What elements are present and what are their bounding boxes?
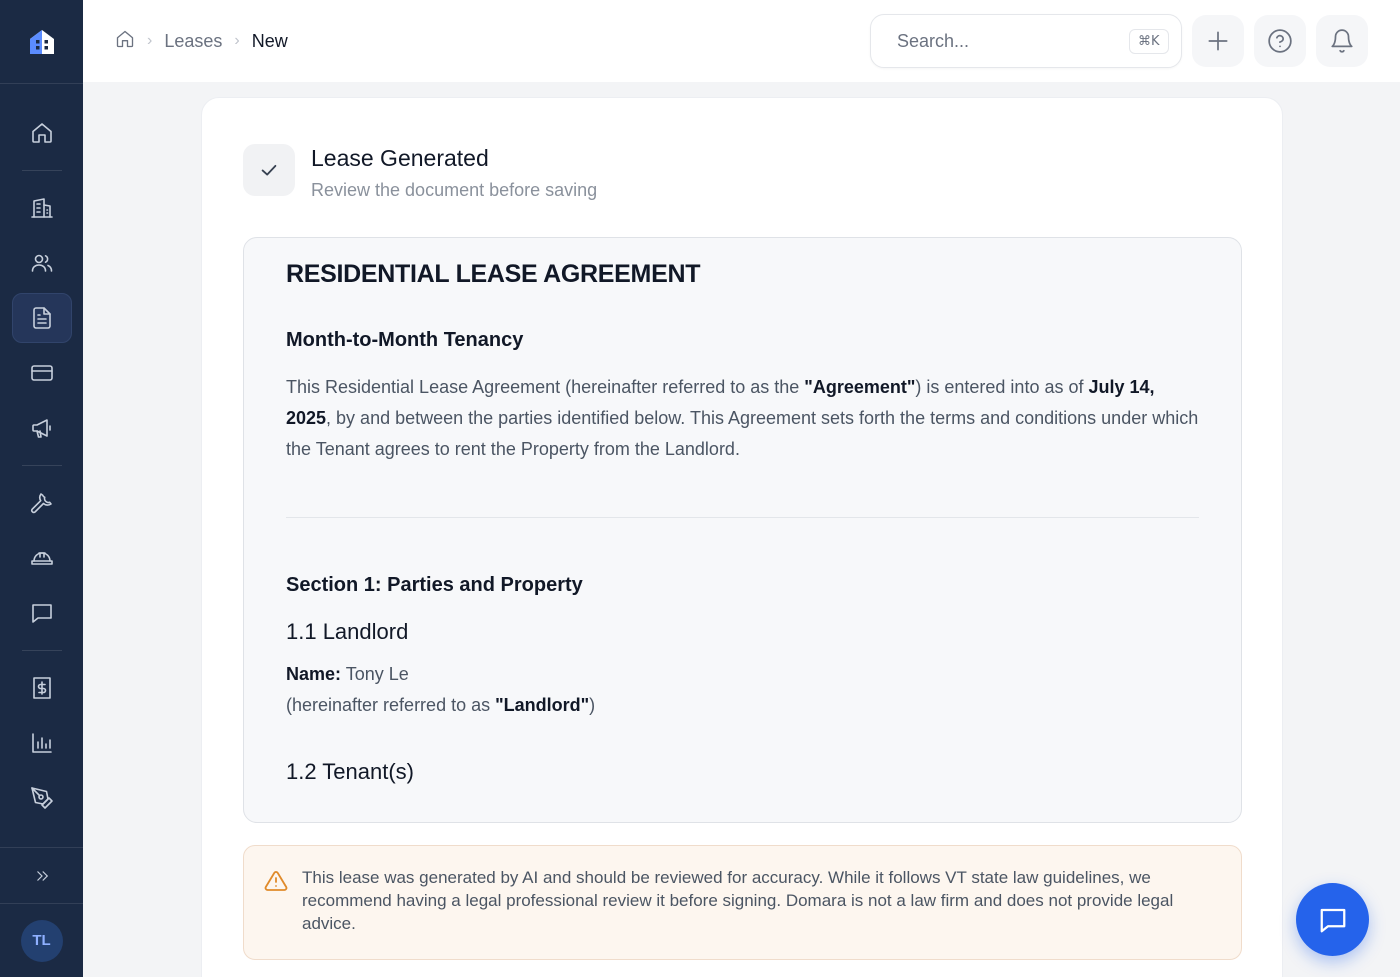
- breadcrumb: › Leases › New: [115, 29, 288, 54]
- credit-card-icon: [30, 365, 53, 381]
- top-header: › Leases › New ⌘K: [83, 0, 1400, 82]
- pen-tool-icon: [30, 787, 53, 809]
- document-intro: This Residential Lease Agreement (herein…: [286, 377, 1199, 459]
- sidebar-item-signatures[interactable]: [12, 773, 72, 823]
- megaphone-icon: [31, 419, 51, 438]
- status-row: Lease Generated Review the document befo…: [243, 144, 1241, 201]
- status-indicator: [243, 144, 295, 196]
- sidebar: TL: [0, 0, 83, 977]
- sidebar-item-accounting[interactable]: [12, 663, 72, 713]
- sidebar-nav: [0, 84, 83, 847]
- sidebar-item-reports[interactable]: [12, 718, 72, 768]
- sidebar-item-messages[interactable]: [12, 588, 72, 638]
- search-input[interactable]: [897, 30, 1129, 52]
- sidebar-item-dashboard[interactable]: [12, 108, 72, 158]
- sidebar-divider: [21, 650, 62, 651]
- sidebar-item-properties[interactable]: [12, 183, 72, 233]
- chat-button[interactable]: [1296, 883, 1369, 956]
- ai-disclaimer: This lease was generated by AI and shoul…: [243, 845, 1242, 960]
- breadcrumb-leases[interactable]: Leases: [164, 31, 222, 52]
- status-text: Lease Generated Review the document befo…: [311, 144, 597, 201]
- sidebar-item-leases[interactable]: [11, 293, 72, 343]
- warning-triangle-icon: [264, 871, 288, 891]
- sidebar-expand-button[interactable]: [0, 847, 83, 903]
- building-icon: [30, 198, 53, 218]
- chevron-right-icon: ›: [234, 32, 240, 49]
- sidebar-item-vendors[interactable]: [12, 533, 72, 583]
- users-icon: [31, 254, 52, 272]
- notifications-button[interactable]: [1316, 15, 1368, 67]
- sidebar-item-announcements[interactable]: [12, 403, 72, 453]
- invoice-dollar-icon: [32, 677, 51, 699]
- sidebar-item-tenants[interactable]: [12, 238, 72, 288]
- document-title: RESIDENTIAL LEASE AGREEMENT: [286, 260, 701, 288]
- document-icon: [32, 307, 51, 329]
- document-subtitle: Month-to-Month Tenancy: [286, 329, 524, 351]
- landlord-heading: 1.1 Landlord: [286, 619, 409, 644]
- message-icon: [31, 604, 52, 623]
- plus-icon: [1208, 31, 1228, 51]
- chevrons-right-icon: [36, 870, 48, 881]
- document-divider: [286, 517, 1199, 518]
- wrench-icon: [30, 493, 52, 514]
- breadcrumb-home[interactable]: [115, 29, 135, 54]
- tenant-heading: 1.2 Tenant(s): [286, 759, 415, 784]
- status-title: Lease Generated: [311, 145, 489, 171]
- sidebar-divider: [21, 170, 62, 171]
- bell-icon: [1331, 29, 1353, 53]
- lease-card: Lease Generated Review the document befo…: [201, 97, 1283, 977]
- header-actions: ⌘K: [870, 14, 1368, 68]
- breadcrumb-current: New: [251, 30, 288, 51]
- brand-logo[interactable]: [0, 0, 83, 84]
- user-menu[interactable]: TL: [0, 903, 83, 977]
- bar-chart-icon: [31, 733, 52, 753]
- section-title: Section 1: Parties and Property: [286, 574, 583, 596]
- help-circle-icon: [1268, 29, 1292, 53]
- lease-document-preview[interactable]: RESIDENTIAL LEASE AGREEMENT Month-to-Mon…: [243, 237, 1242, 823]
- chat-bubble-icon: [1320, 908, 1345, 932]
- add-button[interactable]: [1192, 15, 1244, 67]
- landlord-reference: (hereinafter referred to as "Landlord"): [286, 695, 596, 715]
- help-button[interactable]: [1254, 15, 1306, 67]
- house-logo-icon: [29, 29, 54, 54]
- sidebar-item-maintenance[interactable]: [12, 478, 72, 528]
- status-subtitle: Review the document before saving: [311, 180, 598, 200]
- search-box[interactable]: ⌘K: [870, 14, 1182, 68]
- home-icon: [31, 123, 52, 143]
- check-icon: [261, 164, 277, 176]
- chevron-right-icon: ›: [147, 32, 153, 49]
- landlord-name: Name: Tony Le: [286, 664, 409, 684]
- sidebar-divider: [21, 465, 62, 466]
- disclaimer-text: This lease was generated by AI and shoul…: [302, 868, 1174, 933]
- sidebar-item-payments[interactable]: [12, 348, 72, 398]
- avatar[interactable]: TL: [20, 919, 63, 962]
- home-icon: [116, 30, 134, 47]
- search-shortcut: ⌘K: [1129, 28, 1169, 54]
- hard-hat-icon: [30, 552, 53, 565]
